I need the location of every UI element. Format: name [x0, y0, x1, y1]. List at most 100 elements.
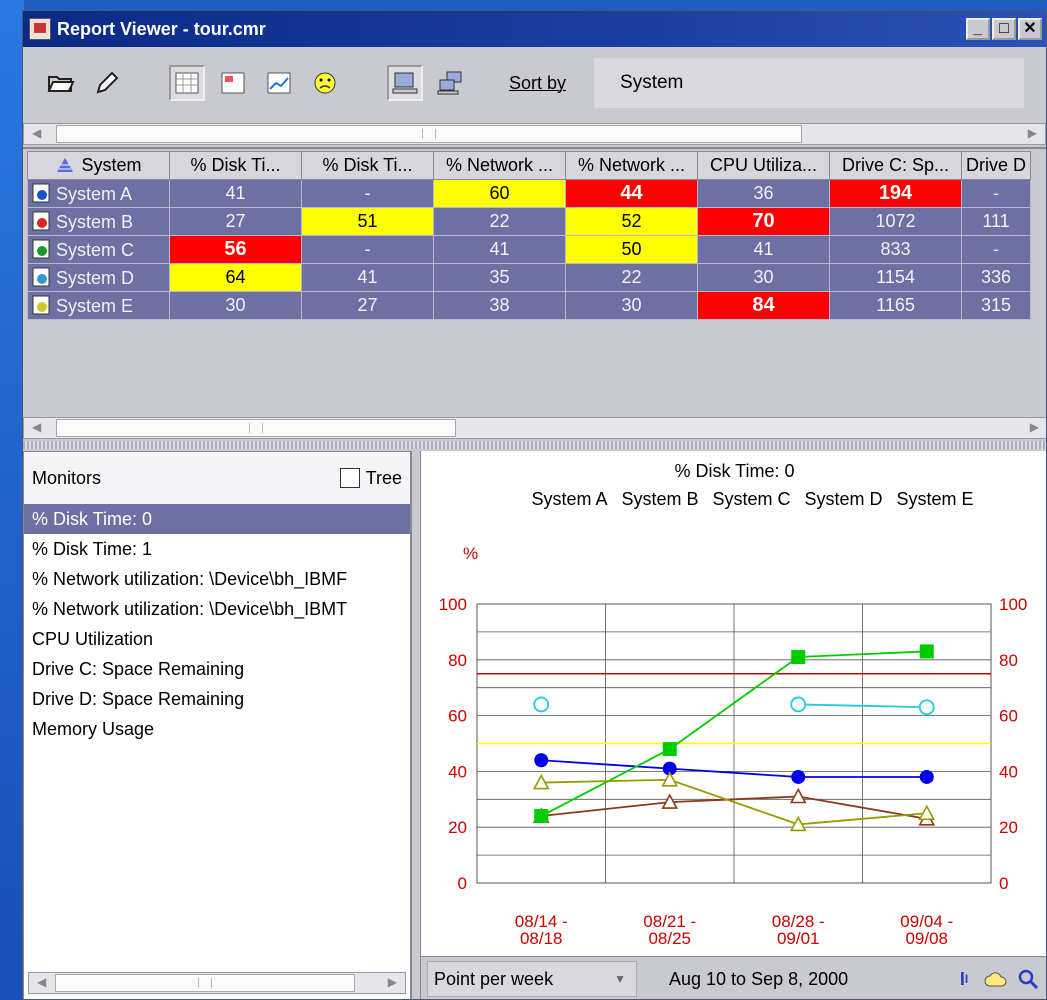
table-row[interactable]: System C 56-41 50 41 833- [27, 235, 1032, 264]
table-cell[interactable]: 64 [169, 263, 302, 292]
tree-toggle[interactable]: Tree [339, 468, 402, 489]
table-cell[interactable]: - [301, 235, 434, 264]
close-button[interactable]: ✕ [1018, 18, 1042, 40]
scrollbar-thumb[interactable] [55, 974, 355, 992]
table-cell[interactable]: 30 [697, 263, 830, 292]
column-header[interactable]: Drive D [960, 151, 1032, 180]
table-cell[interactable]: 1154 [829, 263, 962, 292]
single-system-icon[interactable] [387, 65, 423, 101]
table-cell[interactable]: - [960, 179, 1032, 208]
table-row[interactable]: System A 41-60 44 36 194- [27, 179, 1032, 208]
monitors-horizontal-scrollbar[interactable]: ◀ ▶ [28, 972, 406, 994]
text-cursor-icon[interactable]: II [950, 965, 978, 993]
system-name-cell[interactable]: System E [27, 291, 170, 320]
system-status-icon [32, 295, 50, 315]
monitor-item[interactable]: Drive C: Space Remaining [24, 654, 410, 684]
system-name-cell[interactable]: System A [27, 179, 170, 208]
monitor-item[interactable]: % Network utilization: \Device\bh_IBMF [24, 564, 410, 594]
zoom-magnifier-icon[interactable] [1014, 965, 1042, 993]
data-point [534, 809, 549, 824]
cloud-icon[interactable] [982, 965, 1010, 993]
table-cell[interactable]: 1165 [829, 291, 962, 320]
table-cell[interactable]: 38 [433, 291, 566, 320]
scroll-right-arrow-icon[interactable]: ▶ [1030, 420, 1039, 434]
monitor-item[interactable]: % Disk Time: 1 [24, 534, 410, 564]
table-cell[interactable]: 44 [565, 179, 698, 208]
system-name-cell[interactable]: System D [27, 263, 170, 292]
column-header[interactable]: % Network ... [433, 151, 566, 180]
scroll-left-arrow-icon[interactable]: ◀ [37, 975, 46, 989]
table-cell[interactable]: 41 [433, 235, 566, 264]
column-header[interactable]: CPU Utiliza... [697, 151, 830, 180]
y-tick-label-left: 60 [448, 707, 467, 726]
vertical-splitter[interactable] [411, 451, 421, 999]
monitor-item[interactable]: % Network utilization: \Device\bh_IBMT [24, 594, 410, 624]
table-cell[interactable]: 30 [169, 291, 302, 320]
monitor-item[interactable]: CPU Utilization [24, 624, 410, 654]
table-cell[interactable]: 51 [301, 207, 434, 236]
edit-pencil-icon[interactable] [89, 65, 125, 101]
table-row[interactable]: System E 30 27 38 30 84 1165 315 [27, 291, 1032, 320]
table-cell[interactable]: 27 [301, 291, 434, 320]
scroll-left-arrow-icon[interactable]: ◀ [32, 126, 41, 140]
table-cell[interactable]: 35 [433, 263, 566, 292]
sort-by-select[interactable]: System [594, 58, 1025, 108]
maximize-button[interactable]: □ [992, 18, 1016, 40]
system-name: System B [56, 211, 134, 232]
tree-checkbox[interactable] [339, 468, 360, 488]
column-header[interactable]: % Disk Ti... [169, 151, 302, 180]
status-face-icon[interactable] [307, 65, 343, 101]
table-cell[interactable]: 1072 [829, 207, 962, 236]
table-cell[interactable]: - [960, 235, 1032, 264]
table-view-icon[interactable] [169, 65, 205, 101]
monitor-item[interactable]: Memory Usage [24, 714, 410, 744]
table-cell[interactable]: 56 [169, 235, 302, 264]
y-tick-label-left: 0 [458, 874, 467, 893]
table-cell[interactable]: 315 [960, 291, 1032, 320]
table-cell[interactable]: 84 [697, 291, 830, 320]
table-cell[interactable]: 111 [960, 207, 1032, 236]
system-name-cell[interactable]: System C [27, 235, 170, 264]
column-header[interactable]: % Network ... [565, 151, 698, 180]
minimize-button[interactable]: _ [966, 18, 990, 40]
graph-view-icon[interactable] [261, 65, 297, 101]
horizontal-splitter[interactable] [23, 441, 1046, 449]
table-cell[interactable]: 22 [565, 263, 698, 292]
monitor-item[interactable]: Drive D: Space Remaining [24, 684, 410, 714]
scroll-left-arrow-icon[interactable]: ◀ [32, 420, 41, 434]
table-cell[interactable]: - [301, 179, 434, 208]
open-folder-icon[interactable] [43, 65, 79, 101]
table-cell[interactable]: 41 [301, 263, 434, 292]
table-cell[interactable]: 60 [433, 179, 566, 208]
scroll-right-arrow-icon[interactable]: ▶ [1028, 126, 1037, 140]
table-cell[interactable]: 833 [829, 235, 962, 264]
summary-view-icon[interactable] [215, 65, 251, 101]
data-point [662, 742, 677, 757]
column-header[interactable]: Drive C: Sp... [829, 151, 962, 180]
period-select[interactable]: Point per week ▼ [427, 961, 637, 997]
table-cell[interactable]: 30 [565, 291, 698, 320]
table-cell[interactable]: 22 [433, 207, 566, 236]
system-name-cell[interactable]: System B [27, 207, 170, 236]
table-cell[interactable]: 70 [697, 207, 830, 236]
top-horizontal-scrollbar[interactable]: ◀ ▶ [23, 123, 1046, 145]
monitor-item[interactable]: % Disk Time: 0 [24, 504, 410, 534]
table-cell[interactable]: 194 [829, 179, 962, 208]
table-cell[interactable]: 36 [697, 179, 830, 208]
table-cell[interactable]: 27 [169, 207, 302, 236]
scrollbar-thumb[interactable] [56, 125, 802, 143]
system-group-icon[interactable] [433, 65, 469, 101]
table-cell[interactable]: 50 [565, 235, 698, 264]
table-row[interactable]: System D 64 41 35 22 30 1154 336 [27, 263, 1032, 292]
scroll-right-arrow-icon[interactable]: ▶ [388, 975, 397, 989]
title-bar[interactable]: Report Viewer - tour.cmr _ □ ✕ [23, 11, 1046, 47]
table-cell[interactable]: 336 [960, 263, 1032, 292]
table-cell[interactable]: 41 [697, 235, 830, 264]
column-header[interactable]: % Disk Ti... [301, 151, 434, 180]
table-row[interactable]: System B 27 51 22 52 70 1072 111 [27, 207, 1032, 236]
scrollbar-thumb[interactable] [56, 419, 456, 437]
table-cell[interactable]: 41 [169, 179, 302, 208]
table-horizontal-scrollbar[interactable]: ◀ ▶ [23, 417, 1046, 439]
column-header-system[interactable]: System [27, 151, 170, 180]
table-cell[interactable]: 52 [565, 207, 698, 236]
